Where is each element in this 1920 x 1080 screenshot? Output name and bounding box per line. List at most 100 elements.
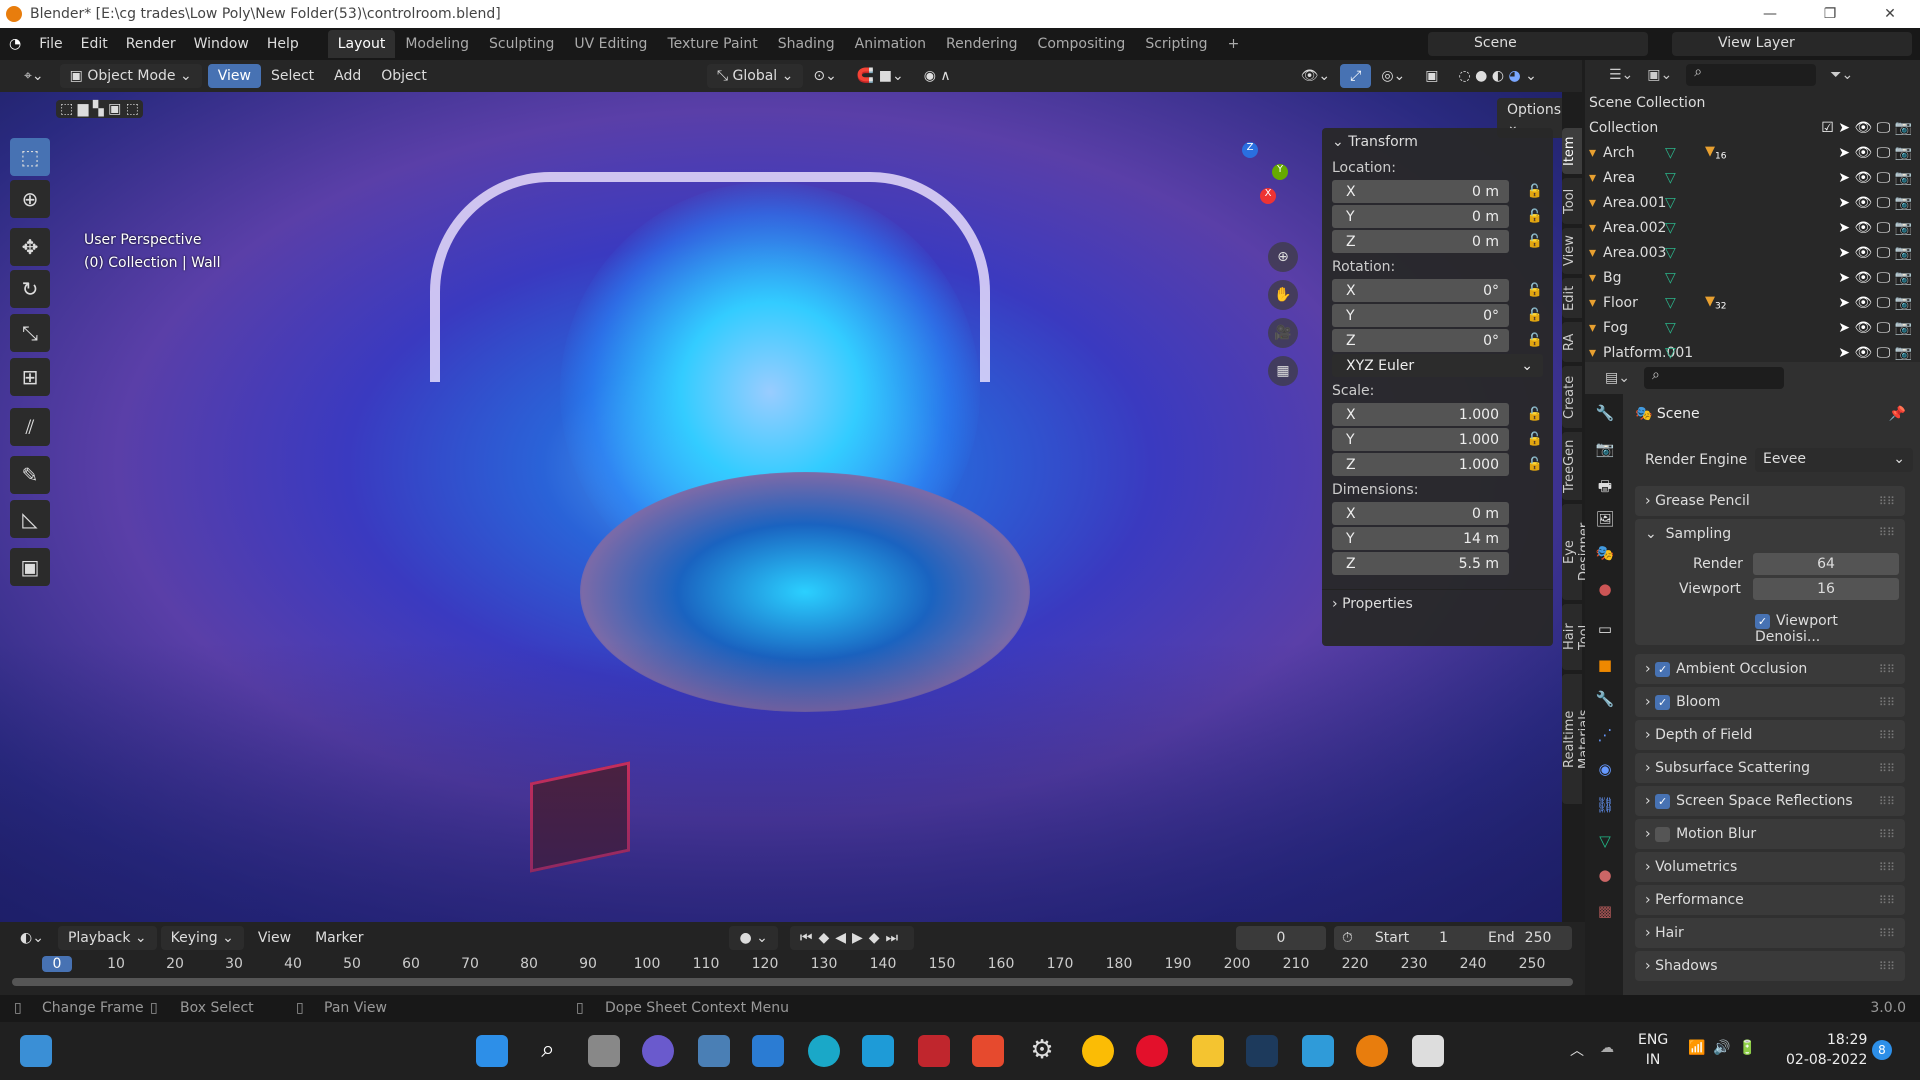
outliner-item[interactable]: ▾ Area.003 ▽ ➤ 👁 🖵 📷 xyxy=(1585,240,1920,265)
scl-x-field[interactable]: X 1.000 🔓 xyxy=(1332,403,1543,426)
task-view-icon[interactable] xyxy=(588,1035,620,1067)
view-menu[interactable]: View xyxy=(248,926,301,950)
navigation-gizmo[interactable]: Z Y X xyxy=(1210,142,1300,232)
mesh-data-icon[interactable]: ▽ xyxy=(1665,295,1676,311)
mesh-data-icon[interactable]: ▽ xyxy=(1665,270,1676,286)
editor-type-icon[interactable]: ▤⌄ xyxy=(1605,370,1630,386)
blender-menu-icon[interactable]: ◔ xyxy=(0,36,30,52)
sampling-panel[interactable]: ⌄ Sampling ⠿⠿ Render 64 Viewport 16 ✓ View… xyxy=(1635,519,1905,645)
panel-ambient-occlusion[interactable]: › ✓ Ambient Occlusion ⠿⠿ xyxy=(1635,654,1905,684)
rot-x-field[interactable]: X 0° 🔓 xyxy=(1332,279,1543,302)
tool-tab-icon[interactable]: 🔧 xyxy=(1594,404,1616,426)
properties-search-input[interactable]: ⌕ xyxy=(1643,367,1784,389)
mcafee-icon[interactable] xyxy=(918,1035,950,1067)
menu-view[interactable]: View xyxy=(207,64,261,88)
scene-collection-row[interactable]: Scene Collection xyxy=(1585,90,1920,115)
transform-header[interactable]: ⌄ Transform xyxy=(1322,128,1553,156)
loc-y-field[interactable]: Y 0 m 🔓 xyxy=(1332,205,1543,228)
lock-icon[interactable]: 🔓 xyxy=(1527,283,1543,298)
sidebar-tab-tool[interactable]: Tool xyxy=(1562,178,1582,224)
annotate-tool-icon[interactable]: ⫽ xyxy=(10,408,50,446)
pivot-icon[interactable]: ⊙⌄ xyxy=(803,64,846,88)
lock-icon[interactable]: 🔓 xyxy=(1527,457,1543,472)
panel-performance[interactable]: › Performance ⠿⠿ xyxy=(1635,885,1905,915)
render-engine-dropdown[interactable]: Eevee ⌄ xyxy=(1755,448,1913,472)
tab-compositing[interactable]: Compositing xyxy=(1028,30,1136,58)
notification-badge[interactable]: 8 xyxy=(1872,1040,1892,1060)
clock[interactable]: 18:29 02-08-2022 xyxy=(1786,1030,1867,1070)
lock-icon[interactable]: 🔓 xyxy=(1527,407,1543,422)
particles-tab-icon[interactable]: ⋰ xyxy=(1594,726,1616,748)
render-samples-field[interactable]: 64 xyxy=(1753,553,1899,575)
enable-checkbox[interactable]: ✓ xyxy=(1655,694,1671,710)
pan-hand-icon[interactable]: ✋ xyxy=(1268,280,1298,310)
add-cube-tool-icon[interactable]: ▣ xyxy=(10,548,50,586)
visibility-icon[interactable]: 👁⌄ xyxy=(1291,64,1341,88)
scale-tool-icon[interactable]: ⤡ xyxy=(10,314,50,352)
language-indicator[interactable]: ENG IN xyxy=(1638,1030,1668,1070)
sidebar-tab-view[interactable]: View xyxy=(1562,228,1582,274)
enable-checkbox[interactable]: ✓ xyxy=(1655,661,1671,677)
sidebar-tab-hair-tool[interactable]: Hair Tool xyxy=(1562,604,1592,670)
file-explorer-icon[interactable] xyxy=(1192,1035,1224,1067)
lock-icon[interactable]: 🔓 xyxy=(1527,333,1543,348)
row-toggles[interactable]: ➤ 👁 🖵 📷 xyxy=(1838,295,1920,311)
filter-view-icon[interactable]: ▣⌄ xyxy=(1647,67,1672,83)
tab-modeling[interactable]: Modeling xyxy=(395,30,479,58)
lock-icon[interactable]: 🔓 xyxy=(1527,432,1543,447)
l-app-icon[interactable] xyxy=(862,1035,894,1067)
photos-icon[interactable] xyxy=(698,1035,730,1067)
scl-z-field[interactable]: Z 1.000 🔓 xyxy=(1332,453,1543,476)
dim-x-field[interactable]: X 0 m xyxy=(1332,502,1509,525)
modifier-tab-icon[interactable]: 🔧 xyxy=(1594,690,1616,712)
tab-sculpting[interactable]: Sculpting xyxy=(479,30,564,58)
drag-handle-icon[interactable]: ⠿⠿ xyxy=(1879,927,1895,940)
keying-menu[interactable]: Keying ⌄ xyxy=(160,926,244,950)
outliner-item[interactable]: ▾ Area.002 ▽ ➤ 👁 🖵 📷 xyxy=(1585,215,1920,240)
drag-handle-icon[interactable]: ⠿⠿ xyxy=(1879,696,1895,709)
filter-icon[interactable]: ⏷⌄ xyxy=(1830,67,1853,83)
pin-icon[interactable]: 📌 xyxy=(1889,406,1906,422)
row-toggles[interactable]: ➤ 👁 🖵 📷 xyxy=(1838,270,1920,286)
constraints-tab-icon[interactable]: ⛓ xyxy=(1594,796,1616,818)
lock-icon[interactable]: 🔓 xyxy=(1527,209,1543,224)
panel-hair[interactable]: › Hair ⠿⠿ xyxy=(1635,918,1905,948)
outliner-item[interactable]: ▾ Arch ▽ ▼16 ➤ 👁 🖵 📷 xyxy=(1585,140,1920,165)
tab-scripting[interactable]: Scripting xyxy=(1135,30,1217,58)
playback-menu[interactable]: Playback ⌄ xyxy=(57,926,157,950)
menu-object[interactable]: Object xyxy=(371,64,437,88)
collection-row[interactable]: Collection ☑ ➤ 👁 🖵 📷 xyxy=(1585,115,1920,140)
move-tool-icon[interactable]: ✥ xyxy=(10,228,50,266)
lock-icon[interactable]: 🔓 xyxy=(1527,234,1543,249)
mail-icon[interactable] xyxy=(752,1035,784,1067)
auto-key-button[interactable]: ● ⌄ xyxy=(729,926,778,950)
sidebar-tab-item[interactable]: Item xyxy=(1562,128,1582,174)
measure-tool-icon[interactable]: ◺ xyxy=(10,500,50,538)
drag-handle-icon[interactable]: ⠿⠿ xyxy=(1879,960,1895,973)
render-tab-icon[interactable]: 📷 xyxy=(1594,440,1616,462)
view-layer-tab-icon[interactable]: 🖼 xyxy=(1594,510,1616,532)
mesh-data-icon[interactable]: ▽ xyxy=(1665,220,1676,236)
playback-controls[interactable]: ⏮◆◀▶◆⏭ xyxy=(789,926,915,950)
sidebar-tab-create[interactable]: Create xyxy=(1562,366,1582,428)
panel-volumetrics[interactable]: › Volumetrics ⠿⠿ xyxy=(1635,852,1905,882)
enable-checkbox[interactable] xyxy=(1655,826,1671,842)
viewport-samples-field[interactable]: 16 xyxy=(1753,578,1899,600)
row-toggles[interactable]: ➤ 👁 🖵 📷 xyxy=(1838,145,1920,161)
editor-type-icon[interactable]: ⌖⌄ xyxy=(14,64,54,88)
collection-tab-icon[interactable]: ▭ xyxy=(1594,620,1616,642)
drag-handle-icon[interactable]: ⠿⠿ xyxy=(1879,729,1895,742)
rot-z-field[interactable]: Z 0° 🔓 xyxy=(1332,329,1543,352)
dim-y-field[interactable]: Y 14 m xyxy=(1332,527,1509,550)
gizmo-y-axis[interactable]: Y xyxy=(1272,164,1288,180)
lock-icon[interactable]: 🔓 xyxy=(1527,184,1543,199)
select-box-tool-icon[interactable]: ⬚ xyxy=(10,138,50,176)
world-tab-icon[interactable]: ● xyxy=(1594,580,1616,602)
cursor-tool-icon[interactable]: ⊕ xyxy=(10,180,50,218)
gizmo-z-axis[interactable]: Z xyxy=(1242,142,1258,158)
menu-render[interactable]: Render xyxy=(117,36,185,52)
drag-handle-icon[interactable]: ⠿⠿ xyxy=(1879,795,1895,808)
mesh-data-icon[interactable]: ▽ xyxy=(1665,170,1676,186)
app-icon[interactable] xyxy=(972,1035,1004,1067)
panel-motion-blur[interactable]: › Motion Blur ⠿⠿ xyxy=(1635,819,1905,849)
